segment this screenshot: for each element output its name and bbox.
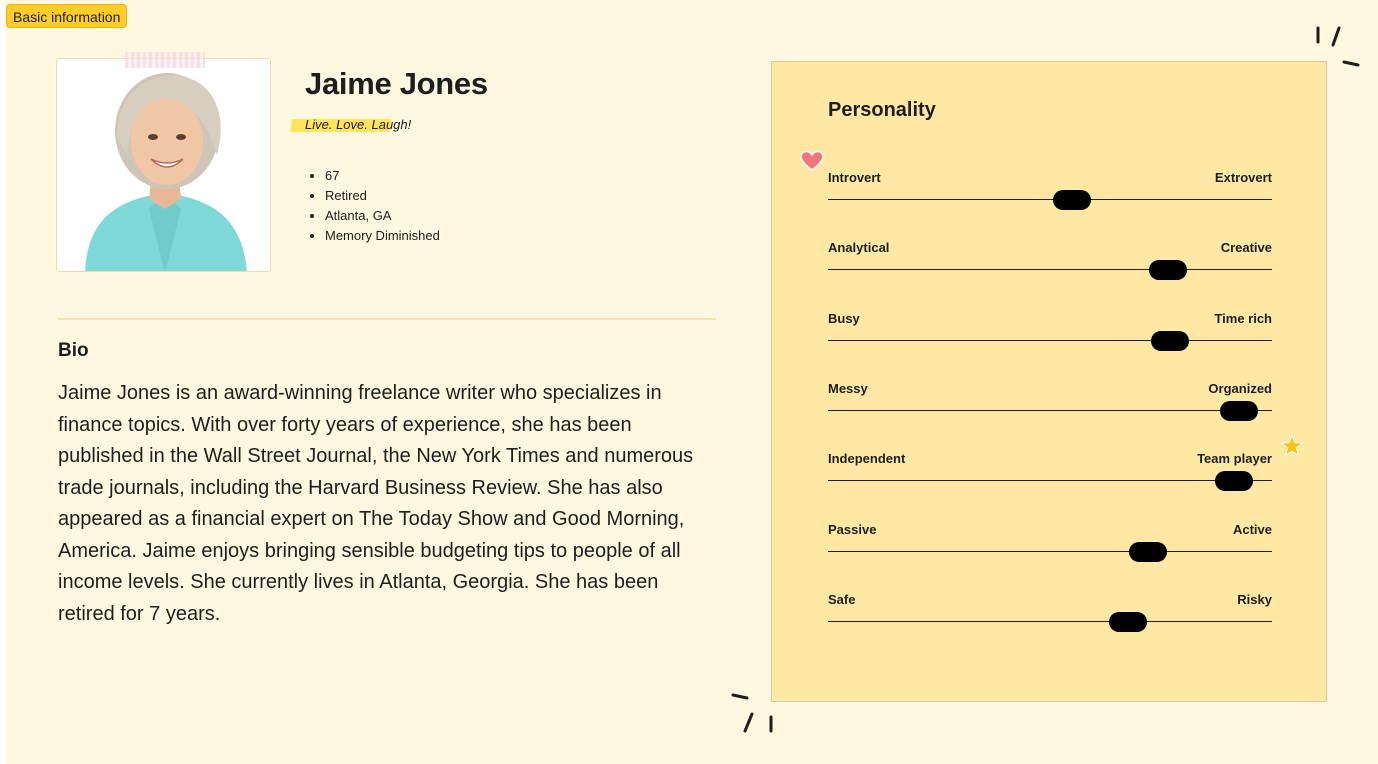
trait-right-label: Extrovert <box>1214 170 1272 185</box>
trait-independent-teamplayer: Independent Team player <box>828 451 1272 501</box>
trait-right-label: Time rich <box>1214 311 1272 326</box>
trait-safe-risky: Safe Risky <box>828 592 1272 642</box>
trait-left-label: Independent <box>828 451 906 466</box>
trait-left-label: Introvert <box>828 170 881 185</box>
personality-heading: Personality <box>828 99 936 121</box>
slider-knob[interactable] <box>1108 612 1147 632</box>
trait-left-label: Analytical <box>828 240 890 255</box>
trait-right-label: Risky <box>1237 592 1272 607</box>
trait-left-label: Passive <box>828 522 877 537</box>
heart-icon <box>800 150 824 171</box>
persona-motto: Live. Love. Laugh! <box>305 117 412 132</box>
slider-knob[interactable] <box>1150 331 1189 351</box>
trait-busy-timerich: Busy Time rich <box>828 311 1272 361</box>
slider-track[interactable] <box>828 621 1272 622</box>
trait-left-label: Busy <box>828 311 860 326</box>
slider-track[interactable] <box>828 480 1272 481</box>
section-divider <box>58 318 716 320</box>
slider-track[interactable] <box>828 269 1272 270</box>
trait-introvert-extrovert: Introvert Extrovert <box>828 170 1272 220</box>
slider-track[interactable] <box>828 340 1272 341</box>
trait-messy-organized: Messy Organized <box>828 381 1272 431</box>
bio-heading: Bio <box>58 340 89 361</box>
fact-age: 67 <box>325 166 440 186</box>
fact-location: Atlanta, GA <box>325 206 440 226</box>
profile-photo <box>56 58 271 272</box>
trait-left-label: Safe <box>828 592 856 607</box>
slider-knob[interactable] <box>1053 190 1092 210</box>
trait-right-label: Organized <box>1208 381 1272 396</box>
trait-analytical-creative: Analytical Creative <box>828 240 1272 290</box>
fact-condition: Memory Diminished <box>325 226 440 246</box>
trait-right-label: Team player <box>1197 451 1272 466</box>
slider-knob[interactable] <box>1215 471 1254 491</box>
slider-knob[interactable] <box>1148 260 1187 280</box>
bio-text: Jaime Jones is an award-winning freelanc… <box>58 382 694 625</box>
trait-right-label: Active <box>1232 522 1272 537</box>
slider-track[interactable] <box>828 199 1272 200</box>
trait-passive-active: Passive Active <box>828 522 1272 572</box>
photo-tape <box>125 52 205 68</box>
slider-track[interactable] <box>828 410 1272 411</box>
slider-knob[interactable] <box>1128 542 1167 562</box>
portrait-image <box>57 59 270 271</box>
slider-track[interactable] <box>828 551 1272 552</box>
sparkle-icon <box>1316 26 1360 67</box>
star-icon <box>1280 434 1304 457</box>
trait-left-label: Messy <box>828 381 868 396</box>
sparkle-icon <box>731 693 773 733</box>
slider-knob[interactable] <box>1219 401 1258 421</box>
persona-name: Jaime Jones <box>305 66 488 101</box>
trait-right-label: Creative <box>1220 240 1272 255</box>
fact-occupation: Retired <box>325 186 440 206</box>
section-badge[interactable]: Basic information <box>6 4 128 28</box>
persona-facts: 67 Retired Atlanta, GA Memory Diminished <box>311 166 440 246</box>
